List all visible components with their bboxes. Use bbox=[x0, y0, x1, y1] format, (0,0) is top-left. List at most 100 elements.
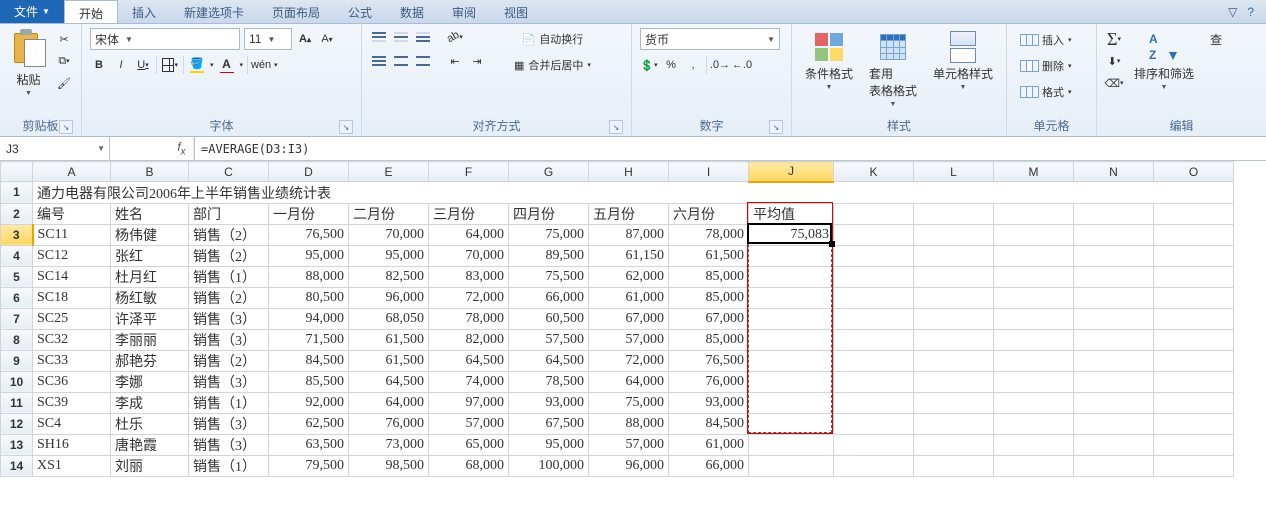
cell[interactable]: 销售（1） bbox=[189, 266, 269, 287]
cell[interactable]: 82,000 bbox=[429, 329, 509, 350]
autosum-button[interactable]: Σ▾ bbox=[1105, 30, 1123, 48]
cell[interactable] bbox=[1154, 350, 1234, 371]
dialog-launcher-icon[interactable]: ↘ bbox=[339, 120, 353, 134]
cell[interactable] bbox=[749, 329, 834, 350]
cell[interactable]: 89,500 bbox=[509, 245, 589, 266]
align-right-button[interactable] bbox=[414, 52, 432, 70]
cell[interactable] bbox=[1154, 245, 1234, 266]
col-header[interactable]: H bbox=[589, 162, 669, 182]
cell[interactable]: 销售（2） bbox=[189, 245, 269, 266]
align-center-button[interactable] bbox=[392, 52, 410, 70]
row-header[interactable]: 4 bbox=[1, 245, 33, 266]
cell[interactable] bbox=[1154, 203, 1234, 224]
cell[interactable] bbox=[749, 266, 834, 287]
cell[interactable] bbox=[914, 455, 994, 476]
cut-button[interactable]: ✂ bbox=[55, 30, 73, 48]
align-bottom-button[interactable] bbox=[414, 28, 432, 46]
wrap-text-button[interactable]: 📄 自动换行 bbox=[507, 28, 598, 50]
cell[interactable]: 62,500 bbox=[269, 413, 349, 434]
increase-decimal-button[interactable]: .0→ bbox=[711, 56, 729, 74]
cell[interactable]: 96,000 bbox=[349, 287, 429, 308]
cell[interactable]: 100,000 bbox=[509, 455, 589, 476]
cell[interactable] bbox=[914, 371, 994, 392]
cell[interactable]: 71,500 bbox=[269, 329, 349, 350]
cell[interactable] bbox=[994, 413, 1074, 434]
cell[interactable]: 销售（2） bbox=[189, 287, 269, 308]
cell[interactable]: 88,000 bbox=[269, 266, 349, 287]
cell[interactable]: 75,083 bbox=[749, 224, 834, 245]
cell[interactable]: 95,000 bbox=[269, 245, 349, 266]
cell[interactable]: 57,000 bbox=[589, 434, 669, 455]
find-select-button[interactable]: 查 bbox=[1205, 28, 1227, 51]
cell[interactable] bbox=[994, 350, 1074, 371]
col-header[interactable]: J bbox=[749, 162, 834, 182]
cell[interactable] bbox=[914, 287, 994, 308]
cell[interactable] bbox=[914, 434, 994, 455]
format-painter-button[interactable]: 🖌 bbox=[55, 74, 73, 92]
cell[interactable] bbox=[914, 350, 994, 371]
cell[interactable]: 64,500 bbox=[509, 350, 589, 371]
cell[interactable]: 94,000 bbox=[269, 308, 349, 329]
align-left-button[interactable] bbox=[370, 52, 388, 70]
cell[interactable] bbox=[1074, 308, 1154, 329]
name-box[interactable]: J3 ▼ bbox=[0, 137, 110, 160]
cell[interactable]: 销售（1） bbox=[189, 392, 269, 413]
tab-6[interactable]: 审阅 bbox=[438, 0, 490, 23]
cell[interactable] bbox=[1074, 413, 1154, 434]
cell[interactable] bbox=[749, 245, 834, 266]
cell[interactable] bbox=[749, 308, 834, 329]
tab-1[interactable]: 插入 bbox=[118, 0, 170, 23]
orientation-button[interactable]: ab▾ bbox=[446, 28, 464, 46]
row-header[interactable]: 13 bbox=[1, 434, 33, 455]
cell[interactable] bbox=[834, 329, 914, 350]
cell[interactable]: 76,000 bbox=[349, 413, 429, 434]
cell[interactable] bbox=[914, 245, 994, 266]
cell[interactable]: 销售（1） bbox=[189, 455, 269, 476]
row-header[interactable]: 14 bbox=[1, 455, 33, 476]
cell[interactable]: 61,500 bbox=[349, 329, 429, 350]
cell[interactable]: 销售（2） bbox=[189, 350, 269, 371]
cell[interactable]: 68,050 bbox=[349, 308, 429, 329]
cell[interactable]: 销售（3） bbox=[189, 371, 269, 392]
bold-button[interactable]: B bbox=[90, 56, 108, 74]
cell[interactable]: 三月份 bbox=[429, 203, 509, 224]
cell[interactable] bbox=[1154, 287, 1234, 308]
cell[interactable]: 87,000 bbox=[589, 224, 669, 245]
font-size-combo[interactable]: 11▼ bbox=[244, 28, 292, 50]
increase-font-button[interactable]: A▴ bbox=[296, 30, 314, 48]
col-header[interactable]: I bbox=[669, 162, 749, 182]
cell[interactable]: 85,000 bbox=[669, 329, 749, 350]
cell[interactable]: 65,000 bbox=[429, 434, 509, 455]
cell[interactable]: 66,000 bbox=[509, 287, 589, 308]
increase-indent-button[interactable]: ⇥ bbox=[468, 52, 486, 70]
cell[interactable]: 93,000 bbox=[509, 392, 589, 413]
cell[interactable]: 61,000 bbox=[589, 287, 669, 308]
cell[interactable] bbox=[994, 224, 1074, 245]
cell[interactable]: SC36 bbox=[33, 371, 111, 392]
cell[interactable]: 通力电器有限公司2006年上半年销售业绩统计表 bbox=[33, 182, 1234, 204]
cell[interactable]: 88,000 bbox=[589, 413, 669, 434]
cell[interactable]: 93,000 bbox=[669, 392, 749, 413]
cell[interactable] bbox=[834, 224, 914, 245]
cell[interactable] bbox=[1154, 266, 1234, 287]
cell[interactable] bbox=[834, 413, 914, 434]
cell[interactable]: 64,000 bbox=[349, 392, 429, 413]
cell[interactable] bbox=[1074, 455, 1154, 476]
cell[interactable] bbox=[834, 266, 914, 287]
dialog-launcher-icon[interactable]: ↘ bbox=[769, 120, 783, 134]
cell[interactable] bbox=[1074, 392, 1154, 413]
cell[interactable]: 85,000 bbox=[669, 287, 749, 308]
cell[interactable]: 销售（3） bbox=[189, 434, 269, 455]
cell[interactable]: 70,000 bbox=[349, 224, 429, 245]
cell[interactable] bbox=[749, 350, 834, 371]
cell[interactable]: SC12 bbox=[33, 245, 111, 266]
cell[interactable]: 75,000 bbox=[589, 392, 669, 413]
cell[interactable] bbox=[834, 434, 914, 455]
format-as-table-button[interactable]: 套用 表格格式 ▼ bbox=[864, 28, 922, 111]
cell[interactable] bbox=[994, 392, 1074, 413]
cell[interactable]: 销售（3） bbox=[189, 329, 269, 350]
cell[interactable] bbox=[749, 371, 834, 392]
clear-button[interactable]: ⌫▾ bbox=[1105, 74, 1123, 92]
spreadsheet-grid[interactable]: ABCDEFGHIJKLMNO1通力电器有限公司2006年上半年销售业绩统计表2… bbox=[0, 161, 1266, 531]
decrease-decimal-button[interactable]: ←.0 bbox=[733, 56, 751, 74]
